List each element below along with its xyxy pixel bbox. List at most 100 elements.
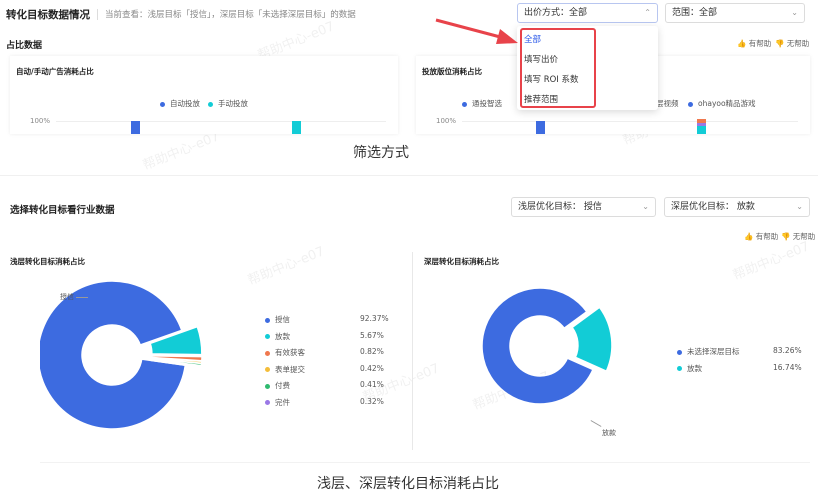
bid-method-select[interactable]: 出价方式：全部 ⌃ — [517, 3, 658, 23]
legend-label: 层视频 — [656, 99, 679, 108]
shallow-legend-value: 0.82% — [360, 347, 384, 356]
highlight-box — [520, 28, 596, 108]
unhelpful-label: 无帮助 — [786, 39, 810, 48]
goal-caption: 浅层、深层转化目标消耗占比 — [317, 476, 499, 492]
shallow-slice-0 — [40, 280, 187, 430]
shallow-panel-title: 浅层转化目标消耗占比 — [10, 257, 85, 266]
filter-caption: 筛选方式 — [353, 145, 409, 161]
watermark: 帮助中心-e07 — [245, 244, 327, 289]
gridline — [56, 121, 386, 122]
chevron-up-icon: ⌃ — [644, 8, 651, 17]
chevron-down-icon: ⌄ — [642, 202, 649, 211]
legend-label: 通投智选 — [472, 99, 502, 108]
bar-manual — [292, 121, 301, 134]
thumb-up-icon: 👍 — [744, 232, 754, 241]
shallow-goal-select[interactable]: 浅层优化目标： 授信 ⌄ — [511, 197, 656, 217]
helpful-button[interactable]: 👍 有帮助 — [744, 231, 778, 242]
annotation-arrow — [435, 18, 518, 44]
legend-label: 自动投放 — [170, 99, 200, 108]
shallow-legend-value: 0.32% — [360, 396, 384, 406]
share-section-title: 占比数据 — [6, 41, 43, 51]
shallow-legend-item: 有效获客 — [265, 347, 305, 358]
legend-label: 放款 — [687, 363, 702, 373]
page-subtitle: 当前查看：浅层目标「授信」，深层目标「未选择深层目标」的数据 — [105, 10, 356, 20]
shallow-callout-line — [76, 297, 88, 298]
legend-dot — [265, 334, 270, 339]
range-select[interactable]: 范围：全部 ⌄ — [665, 3, 805, 23]
legend-dot — [265, 400, 270, 405]
section-divider — [0, 175, 818, 176]
legend-dot — [208, 101, 213, 107]
legend-dot — [265, 383, 270, 389]
thumb-down-icon: 👎 — [775, 39, 785, 48]
bid-method-select-label: 出价方式：全部 — [524, 8, 588, 18]
legend-smart: 通投智选 — [462, 98, 502, 109]
bottom-divider — [40, 462, 810, 463]
y-tick-100: 100% — [436, 117, 457, 125]
deep-goal-select[interactable]: 深层优化目标： 放款 ⌄ — [664, 197, 810, 217]
legend-video: 层视频 — [656, 98, 679, 109]
helpful-label: 有帮助 — [755, 232, 779, 241]
legend-label: 表单提交 — [275, 364, 305, 374]
legend-dot — [677, 366, 682, 371]
y-tick-100: 100% — [30, 117, 51, 125]
legend-dot — [677, 349, 682, 355]
legend-label: 有效获客 — [275, 348, 305, 357]
shallow-legend-value: 5.67% — [360, 330, 384, 340]
legend-label: ohayoo精品游戏 — [698, 99, 756, 108]
shallow-legend-value: 0.42% — [360, 363, 384, 373]
deep-slice-0 — [481, 287, 594, 405]
deep-legend-item: 未选择深层目标 — [677, 346, 740, 357]
page-title: 转化目标数据情况 — [6, 9, 90, 21]
deep-goal-select-label: 深层优化目标： 放款 — [671, 202, 755, 212]
shallow-legend-value: 0.41% — [360, 380, 384, 389]
shallow-legend-item: 付费 — [265, 380, 290, 391]
watermark: 帮助中心-e07 — [730, 239, 812, 284]
legend-label: 手动投放 — [218, 99, 248, 108]
chevron-down-icon: ⌄ — [791, 8, 798, 17]
unhelpful-button[interactable]: 👎 无帮助 — [781, 231, 815, 242]
legend-dot — [265, 367, 270, 372]
legend-dot — [265, 317, 270, 323]
deep-legend-value: 16.74% — [773, 362, 802, 372]
legend-label: 完件 — [275, 397, 290, 407]
panel-title: 自动/手动广告消耗占比 — [16, 67, 94, 76]
shallow-legend-item: 授信 — [265, 314, 290, 325]
legend-dot — [462, 101, 467, 107]
chevron-down-icon: ⌄ — [796, 202, 803, 211]
shallow-callout-label: 授信 — [60, 293, 74, 301]
bar-smart — [536, 121, 545, 134]
legend-ohayoo: ohayoo精品游戏 — [688, 98, 756, 109]
panel-divider — [412, 252, 413, 450]
legend-dot — [265, 350, 270, 356]
auto-manual-panel: 自动/手动广告消耗占比 自动投放 手动投放 100% — [10, 56, 398, 134]
industry-section-title: 选择转化目标看行业数据 — [10, 205, 115, 216]
range-select-label: 范围：全部 — [672, 8, 718, 18]
thumb-down-icon: 👎 — [781, 232, 791, 241]
deep-legend-item: 放款 — [677, 363, 702, 374]
divider — [97, 9, 98, 20]
bar-auto — [131, 121, 140, 134]
legend-label: 未选择深层目标 — [687, 347, 740, 356]
deep-legend-value: 83.26% — [773, 346, 802, 355]
unhelpful-label: 无帮助 — [792, 232, 816, 241]
shallow-goal-select-label: 浅层优化目标： 授信 — [518, 202, 602, 212]
thumb-up-icon: 👍 — [737, 39, 747, 48]
gridline — [462, 121, 798, 122]
legend-label: 授信 — [275, 315, 290, 324]
deep-donut-chart — [481, 287, 613, 405]
legend-manual: 手动投放 — [208, 98, 248, 109]
legend-label: 付费 — [275, 381, 290, 390]
deep-callout-label: 放款 — [602, 429, 616, 437]
legend-dot — [688, 101, 693, 107]
helpful-button[interactable]: 👍 有帮助 — [737, 38, 771, 49]
unhelpful-button[interactable]: 👎 无帮助 — [775, 38, 809, 49]
shallow-legend-item: 放款 — [265, 331, 290, 342]
legend-dot — [160, 101, 165, 107]
legend-label: 放款 — [275, 331, 290, 341]
helpful-label: 有帮助 — [748, 39, 772, 48]
legend-auto: 自动投放 — [160, 98, 200, 109]
shallow-legend-item: 表单提交 — [265, 364, 305, 375]
bar-ohayoo-bottom — [697, 126, 706, 134]
shallow-legend-item: 完件 — [265, 397, 290, 408]
